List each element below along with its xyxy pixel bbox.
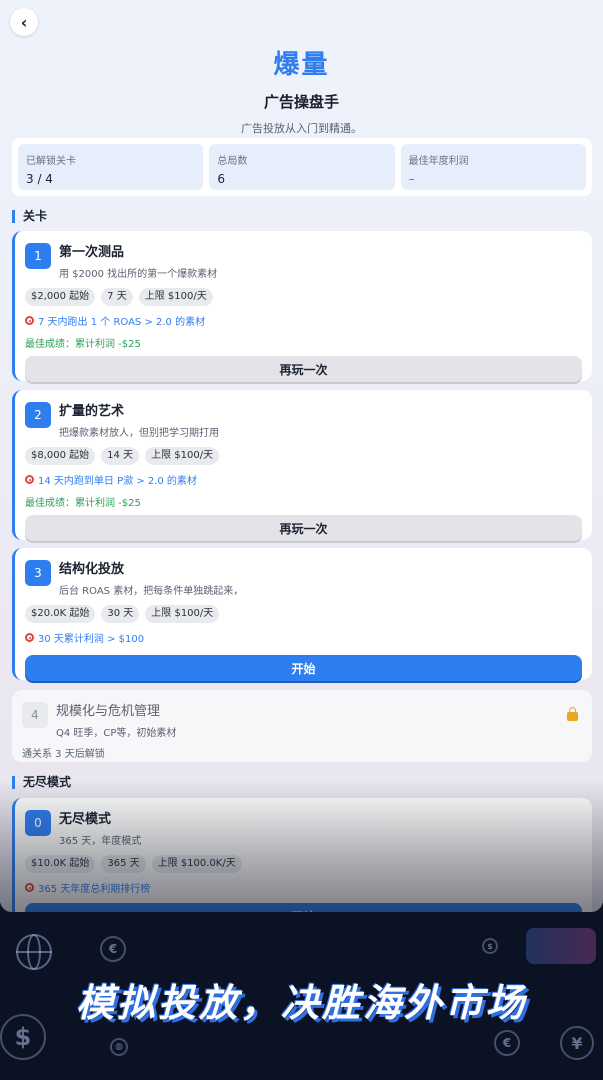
- section-title-endless: 无尽模式: [12, 776, 71, 789]
- replay-button[interactable]: 再玩一次: [25, 515, 582, 541]
- coin-small-icon: $: [482, 938, 498, 954]
- mode-goal: 365 天年度总利期排行榜: [25, 880, 582, 895]
- target-icon: [25, 883, 34, 892]
- page-tagline: 广告投放从入门到精通。: [241, 122, 362, 135]
- level-number-badge: 4: [22, 702, 48, 728]
- card-text: 规模化与危机管理 Q4 旺季，CP等，初始素材: [56, 700, 176, 739]
- level-tags: $2,000 起始 7 天 上限 $100/天: [25, 288, 582, 306]
- level-number-badge: 2: [25, 402, 51, 428]
- level-tags: $8,000 起始 14 天 上限 $100/天: [25, 447, 582, 465]
- tag-budget: $2,000 起始: [25, 288, 96, 306]
- chevron-left-icon: ‹: [20, 12, 28, 32]
- page-header: 爆量 广告操盘手 广告投放从入门到精通。: [0, 44, 603, 136]
- stat-unlocked: 已解锁关卡 3 / 4: [18, 144, 204, 190]
- mode-title: 无尽模式: [59, 812, 112, 827]
- level-goal: 7 天内跑出 1 个 ROAS > 2.0 的素材: [25, 313, 582, 328]
- promo-banner: € $ ◍ $ € ¥ 模拟投放，决胜海外市场: [0, 912, 603, 1080]
- tag-cap: 上限 $100/天: [145, 605, 220, 623]
- page-title: 爆量: [273, 50, 330, 80]
- stat-value: –: [408, 172, 415, 186]
- tag-budget: $20.0K 起始: [25, 605, 96, 623]
- world-map-icon: [526, 928, 596, 964]
- stat-label: 总局数: [217, 156, 248, 167]
- best-score: 最佳成绩：累计利润 -$25: [25, 339, 141, 350]
- unlock-condition: 通关系 3 天后解锁: [22, 749, 105, 760]
- tag-cap: 上限 $100/天: [145, 447, 220, 465]
- tag-budget: $8,000 起始: [25, 447, 96, 465]
- page-subtitle: 广告操盘手: [263, 93, 339, 111]
- level-card-4-locked: 4 规模化与危机管理 Q4 旺季，CP等，初始素材 通关系 3 天后解锁: [12, 690, 592, 762]
- tag-cap: 上限 $100/天: [138, 288, 213, 306]
- stat-value: 6: [217, 172, 225, 186]
- tag-cap: 上限 $100.0K/天: [151, 855, 242, 873]
- level-tags: $20.0K 起始 30 天 上限 $100/天: [25, 605, 582, 623]
- banner-slogan: 模拟投放，决胜海外市场: [75, 981, 527, 1025]
- level-goal: 14 天内跑到单日 P㶑 > 2.0 的素材: [25, 472, 582, 487]
- euro-coin-icon: €: [100, 936, 126, 962]
- level-title: 扩量的艺术: [59, 404, 125, 419]
- level-card-1[interactable]: 1 第一次测品 用 $2000 找出所的第一个爆款素材 $2,000 起始 7 …: [12, 231, 592, 382]
- card-header: 2 扩量的艺术 把爆款素材放人，但别把学习期打用: [25, 400, 582, 439]
- goal-text: 7 天内跑出 1 个 ROAS > 2.0 的素材: [38, 317, 206, 328]
- mode-number-badge: 0: [25, 810, 51, 836]
- stat-label: 最佳年度利润: [408, 156, 469, 167]
- mode-tags: $10.0K 起始 365 天 上限 $100.0K/天: [25, 855, 582, 873]
- tag-budget: $10.0K 起始: [25, 855, 96, 873]
- endless-start-button[interactable]: 开始: [25, 903, 582, 912]
- stats-panel: 已解锁关卡 3 / 4 总局数 6 最佳年度利润 –: [12, 138, 592, 196]
- target-icon: [25, 633, 34, 642]
- app-screen: ‹ 爆量 广告操盘手 广告投放从入门到精通。 已解锁关卡 3 / 4 总局数 6…: [0, 0, 603, 912]
- card-text: 结构化投放 后台 ROAS 素材，把每条件单独跳起来，: [59, 558, 243, 597]
- tag-days: 14 天: [101, 447, 140, 465]
- card-header: 0 无尽模式 365 天，年度模式: [25, 808, 582, 847]
- tag-days: 365 天: [101, 855, 146, 873]
- card-header: 3 结构化投放 后台 ROAS 素材，把每条件单独跳起来，: [25, 558, 582, 597]
- globe-small-icon: ◍: [110, 1038, 128, 1056]
- level-card-2[interactable]: 2 扩量的艺术 把爆款素材放人，但别把学习期打用 $8,000 起始 14 天 …: [12, 390, 592, 541]
- level-number-badge: 3: [25, 560, 51, 586]
- level-description: 用 $2000 找出所的第一个爆款素材: [59, 269, 218, 280]
- best-score: 最佳成绩：累计利润 -$25: [25, 498, 141, 509]
- endless-mode-card[interactable]: 0 无尽模式 365 天，年度模式 $10.0K 起始 365 天 上限 $10…: [12, 798, 592, 912]
- level-description: Q4 旺季，CP等，初始素材: [56, 728, 177, 739]
- level-title: 结构化投放: [59, 562, 125, 577]
- stat-total-rounds: 总局数 6: [209, 144, 395, 190]
- mode-description: 365 天，年度模式: [59, 836, 142, 847]
- tag-days: 30 天: [101, 605, 140, 623]
- replay-button[interactable]: 再玩一次: [25, 356, 582, 382]
- yen-coin-icon: ¥: [560, 1026, 594, 1060]
- stat-value: 3 / 4: [26, 172, 53, 186]
- level-goal: 30 天累计利润 > $100: [25, 630, 582, 645]
- start-button[interactable]: 开始: [25, 655, 582, 681]
- card-text: 扩量的艺术 把爆款素材放人，但别把学习期打用: [59, 400, 219, 439]
- tag-days: 7 天: [101, 288, 133, 306]
- level-description: 把爆款素材放人，但别把学习期打用: [59, 428, 219, 439]
- euro-coin-icon: €: [494, 1030, 520, 1056]
- goal-text: 30 天累计利润 > $100: [38, 634, 145, 645]
- back-button[interactable]: ‹: [10, 8, 38, 36]
- globe-icon: [16, 934, 52, 970]
- lock-icon: [567, 707, 578, 721]
- level-title: 规模化与危机管理: [56, 704, 161, 719]
- level-description: 后台 ROAS 素材，把每条件单独跳起来，: [59, 586, 244, 597]
- card-text: 第一次测品 用 $2000 找出所的第一个爆款素材: [59, 241, 217, 280]
- target-icon: [25, 316, 34, 325]
- stat-best-profit: 最佳年度利润 –: [400, 144, 586, 190]
- goal-text: 365 天年度总利期排行榜: [38, 884, 151, 895]
- level-title: 第一次测品: [59, 245, 125, 260]
- level-card-3[interactable]: 3 结构化投放 后台 ROAS 素材，把每条件单独跳起来， $20.0K 起始 …: [12, 548, 592, 681]
- target-icon: [25, 475, 34, 484]
- level-number-badge: 1: [25, 243, 51, 269]
- stat-label: 已解锁关卡: [26, 156, 76, 167]
- card-header: 1 第一次测品 用 $2000 找出所的第一个爆款素材: [25, 241, 582, 280]
- card-header: 4 规模化与危机管理 Q4 旺季，CP等，初始素材: [22, 700, 582, 739]
- section-title-levels: 关卡: [12, 210, 47, 223]
- card-text: 无尽模式 365 天，年度模式: [59, 808, 141, 847]
- goal-text: 14 天内跑到单日 P㶑 > 2.0 的素材: [38, 476, 197, 487]
